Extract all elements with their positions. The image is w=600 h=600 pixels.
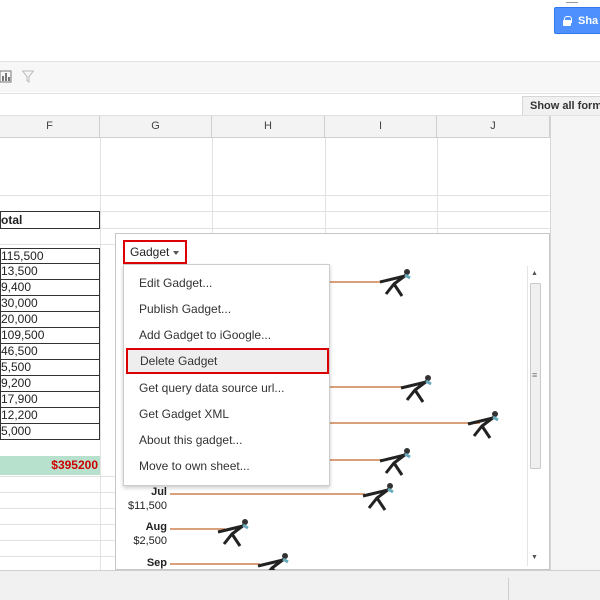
- column-header-f[interactable]: F: [0, 116, 100, 138]
- scroll-down-icon[interactable]: ▼: [531, 554, 538, 561]
- grid-line: [0, 492, 115, 493]
- bar-line-jul: [170, 493, 365, 495]
- grid-line: [0, 195, 550, 196]
- value-cell[interactable]: 5,000: [0, 424, 100, 440]
- grid-line: [325, 138, 326, 233]
- sheet-tabs-bar: [0, 570, 600, 600]
- show-all-forms-button[interactable]: Show all form: [522, 96, 600, 116]
- total-header-cell[interactable]: otal: [0, 211, 100, 229]
- menu-item-delete-gadget[interactable]: Delete Gadget: [126, 348, 329, 374]
- top-edge-mark: [566, 0, 578, 3]
- scroll-grip-icon: ≡: [532, 370, 538, 380]
- value-cell[interactable]: 109,500: [0, 328, 100, 344]
- menu-item-about-gadget[interactable]: About this gadget...: [124, 427, 329, 453]
- value-cell[interactable]: 9,400: [0, 280, 100, 296]
- menu-item-query-url[interactable]: Get query data source url...: [124, 375, 329, 401]
- value-cell[interactable]: 20,000: [0, 312, 100, 328]
- menu-item-move-to-sheet[interactable]: Move to own sheet...: [124, 453, 329, 479]
- grid-line: [0, 244, 115, 245]
- bar-line: [330, 422, 480, 424]
- value-label-jul: $11,500: [128, 500, 167, 512]
- menu-item-add-to-igoogle[interactable]: Add Gadget to iGoogle...: [124, 322, 329, 348]
- toolbar: [0, 62, 600, 92]
- column-header-i[interactable]: I: [325, 116, 437, 138]
- value-cell[interactable]: 46,500: [0, 344, 100, 360]
- value-cell[interactable]: 115,500: [0, 248, 100, 264]
- grid-line: [212, 138, 213, 233]
- month-label-jul: Jul: [151, 486, 167, 498]
- menu-item-gadget-xml[interactable]: Get Gadget XML: [124, 401, 329, 427]
- grid-line: [0, 556, 115, 557]
- menu-item-edit-gadget[interactable]: Edit Gadget...: [124, 270, 329, 296]
- month-label-aug: Aug: [145, 521, 167, 533]
- puller-figure-icon: [217, 519, 249, 547]
- puller-figure-icon: [379, 269, 411, 297]
- filter-icon[interactable]: [22, 70, 34, 83]
- grid-line: [0, 540, 115, 541]
- value-cell[interactable]: 5,500: [0, 360, 100, 376]
- gadget-dropdown-menu: Edit Gadget... Publish Gadget... Add Gad…: [123, 264, 330, 486]
- value-label-aug: $2,500: [133, 535, 167, 547]
- bar-line-sep: [170, 563, 260, 565]
- puller-figure-icon: [467, 411, 499, 439]
- bar-line: [330, 386, 402, 388]
- gadget-menu-button[interactable]: Gadget: [123, 240, 187, 264]
- bottom-divider: [508, 578, 509, 600]
- share-label: Sha: [578, 14, 599, 27]
- month-label-sep: Sep: [146, 557, 167, 569]
- value-cell[interactable]: 12,200: [0, 408, 100, 424]
- sheet-margin: [550, 116, 600, 570]
- column-header-g[interactable]: G: [100, 116, 212, 138]
- grid-line: [0, 508, 115, 509]
- grid-line: [100, 138, 101, 570]
- menu-item-publish-gadget[interactable]: Publish Gadget...: [124, 296, 329, 322]
- toolbar-divider: [0, 93, 600, 94]
- value-cell[interactable]: 9,200: [0, 376, 100, 392]
- chart-icon[interactable]: [0, 70, 12, 83]
- puller-figure-icon: [362, 483, 394, 511]
- formula-bar: [0, 96, 600, 116]
- grid-line: [0, 476, 115, 477]
- lock-icon: [563, 15, 572, 26]
- puller-figure-icon: [379, 448, 411, 476]
- scroll-up-icon[interactable]: ▲: [531, 270, 538, 277]
- column-header-j[interactable]: J: [437, 116, 550, 138]
- gadget-button-label: Gadget: [130, 245, 170, 259]
- grid-line: [0, 524, 115, 525]
- caret-down-icon: [173, 250, 180, 255]
- value-cell[interactable]: 13,500: [0, 264, 100, 280]
- grid-line: [437, 138, 438, 233]
- column-header-h[interactable]: H: [212, 116, 325, 138]
- share-button[interactable]: Sha: [554, 7, 600, 34]
- value-cell[interactable]: 17,900: [0, 392, 100, 408]
- puller-figure-icon: [400, 375, 432, 403]
- value-cell[interactable]: 30,000: [0, 296, 100, 312]
- sum-cell[interactable]: $395200: [0, 456, 100, 475]
